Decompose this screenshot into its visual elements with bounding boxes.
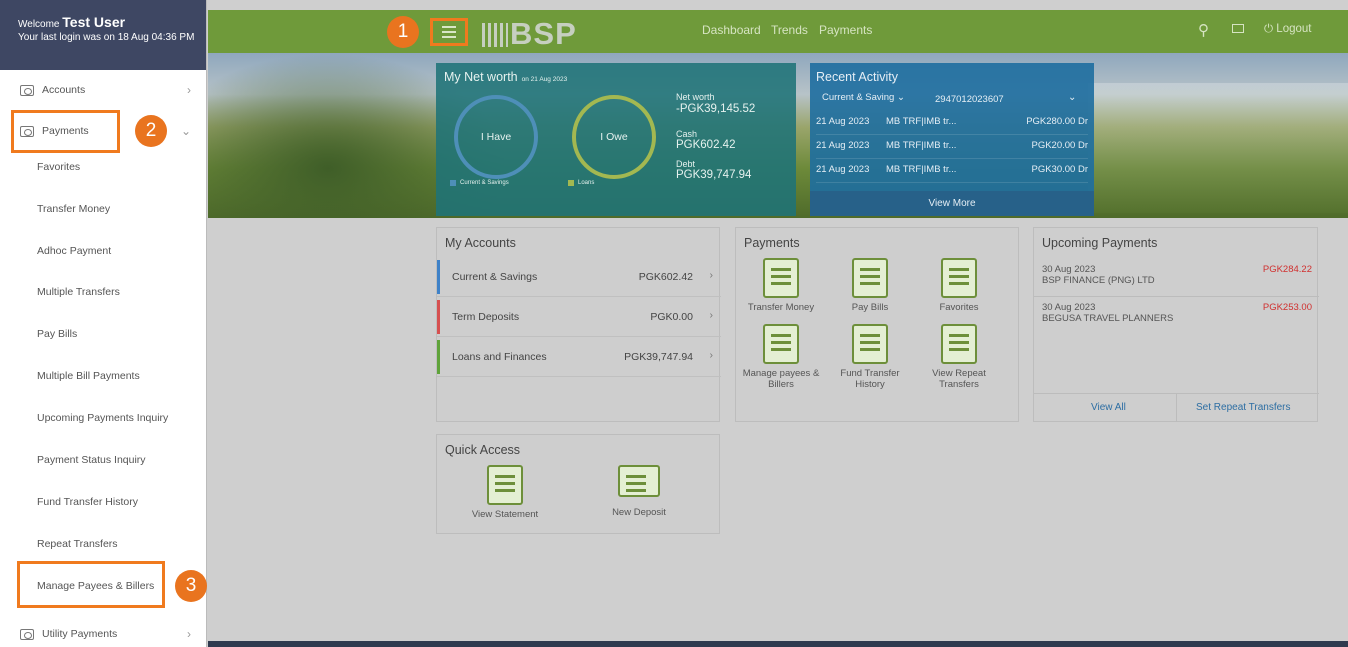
pay-bills-icon <box>852 258 888 298</box>
upcoming-title: Upcoming Payments <box>1042 236 1158 250</box>
legend-savings: Current & Savings <box>450 180 509 186</box>
repeat-transfers-icon <box>941 324 977 364</box>
upcoming-item[interactable]: 30 Aug 2023 BSP FINANCE (PNG) LTD PGK284… <box>1042 264 1312 286</box>
upcoming-payments-card: Upcoming Payments 30 Aug 2023 BSP FINANC… <box>1033 227 1319 422</box>
bsp-logo: BSP <box>482 16 577 52</box>
sidebar-sub-favorites[interactable]: Favorites <box>37 161 80 173</box>
sidebar-item-accounts[interactable]: Accounts › <box>0 70 207 110</box>
set-repeat-transfers-link[interactable]: Set Repeat Transfers <box>1196 402 1291 413</box>
nav-dashboard[interactable]: Dashboard <box>702 23 761 37</box>
chevron-right-icon: › <box>187 83 191 97</box>
sidebar-sub-repeat-transfers[interactable]: Repeat Transfers <box>37 538 118 550</box>
account-row-loans[interactable]: Loans and Finances PGK39,747.94 › <box>437 337 721 377</box>
net-worth-panel: My Net worth on 21 Aug 2023 I Have I Owe … <box>436 63 796 216</box>
sidebar: Welcome Test User Your last login was on… <box>0 0 207 647</box>
accounts-icon <box>20 84 34 96</box>
legend-loans: Loans <box>568 180 594 186</box>
tile-favorites[interactable]: Favorites <box>919 258 999 313</box>
utility-icon <box>20 628 34 640</box>
debt-value: PGK39,747.94 <box>676 169 752 181</box>
logout-button[interactable]: ⏻ Logout <box>1264 23 1311 36</box>
sidebar-sub-transfer-money[interactable]: Transfer Money <box>37 203 110 215</box>
account-type-dropdown[interactable]: Current & Saving ⌄ <box>822 92 905 103</box>
account-row-term-deposits[interactable]: Term Deposits PGK0.00 › <box>437 297 721 337</box>
recent-activity-panel: Recent Activity Current & Saving ⌄ 29470… <box>810 63 1094 216</box>
i-have-ring[interactable]: I Have <box>454 95 538 179</box>
sidebar-item-label: Utility Payments <box>42 628 118 640</box>
step-badge-3: 3 <box>175 570 207 602</box>
tile-manage-payees[interactable]: Manage payees & Billers <box>741 324 821 390</box>
activity-row[interactable]: 21 Aug 2023 MB TRF|IMB tr... PGK280.00 Dr <box>816 111 1088 135</box>
transfer-money-icon <box>763 258 799 298</box>
sidebar-sub-fund-transfer-history[interactable]: Fund Transfer History <box>37 496 138 508</box>
statement-icon <box>487 465 523 505</box>
deposit-icon <box>618 465 660 497</box>
hamburger-menu-icon[interactable] <box>430 18 468 46</box>
net-worth-label: Net worth <box>676 92 715 102</box>
footer-bar <box>208 641 1348 647</box>
chevron-right-icon: › <box>709 269 714 281</box>
view-all-link[interactable]: View All <box>1091 402 1126 413</box>
favorites-icon <box>941 258 977 298</box>
search-icon[interactable]: ⚲ <box>1198 21 1209 39</box>
net-worth-title: My Net worth on 21 Aug 2023 <box>444 70 568 84</box>
manage-payees-highlight <box>17 561 165 608</box>
account-number[interactable]: 2947012023607 <box>935 94 1004 105</box>
chevron-right-icon: › <box>187 627 191 641</box>
cash-label: Cash <box>676 129 698 139</box>
payments-highlight <box>11 110 120 153</box>
nav-trends[interactable]: Trends <box>771 23 808 37</box>
i-owe-ring[interactable]: I Owe <box>572 95 656 179</box>
chevron-right-icon: › <box>709 349 714 361</box>
history-icon <box>852 324 888 364</box>
chevron-right-icon: › <box>709 309 714 321</box>
last-login: Your last login was on 18 Aug 04:36 PM <box>18 32 195 43</box>
welcome-panel: Welcome Test User Your last login was on… <box>0 0 206 70</box>
tile-view-repeat-transfers[interactable]: View Repeat Transfers <box>919 324 999 390</box>
tile-fund-transfer-history[interactable]: Fund Transfer History <box>830 324 910 390</box>
step-badge-2: 2 <box>135 115 167 147</box>
sidebar-sub-pay-bills[interactable]: Pay Bills <box>37 328 77 340</box>
sidebar-item-label: Accounts <box>42 84 86 96</box>
activity-row[interactable]: 21 Aug 2023 MB TRF|IMB tr... PGK20.00 Dr <box>816 135 1088 159</box>
activity-row[interactable]: 21 Aug 2023 MB TRF|IMB tr... PGK30.00 Dr <box>816 159 1088 183</box>
sidebar-sub-upcoming-payments-inquiry[interactable]: Upcoming Payments Inquiry <box>37 412 168 424</box>
manage-payees-icon <box>763 324 799 364</box>
sidebar-sub-multiple-transfers[interactable]: Multiple Transfers <box>37 286 120 298</box>
tile-transfer-money[interactable]: Transfer Money <box>741 258 821 313</box>
recent-activity-title: Recent Activity <box>816 70 898 84</box>
sidebar-sub-payment-status-inquiry[interactable]: Payment Status Inquiry <box>37 454 146 466</box>
debt-label: Debt <box>676 159 696 169</box>
top-bar: BSP Dashboard Trends Payments ⚲ ⏻ Logout <box>208 10 1348 53</box>
sidebar-sub-multiple-bill-payments[interactable]: Multiple Bill Payments <box>37 370 140 382</box>
view-more-link[interactable]: View More <box>810 191 1094 216</box>
my-accounts-card: My Accounts Current & Savings PGK602.42 … <box>436 227 721 422</box>
user-name: Test User <box>62 14 126 30</box>
chevron-down-icon: ⌄ <box>180 124 191 138</box>
net-worth-value: -PGK39,145.52 <box>676 103 756 115</box>
cash-value: PGK602.42 <box>676 139 736 151</box>
welcome-prefix: Welcome <box>18 19 60 30</box>
tile-new-deposit[interactable]: New Deposit <box>599 465 679 518</box>
quick-access-card: Quick Access View Statement New Deposit <box>436 434 720 534</box>
step-badge-1: 1 <box>387 16 419 48</box>
quick-access-title: Quick Access <box>445 443 521 457</box>
payments-title: Payments <box>744 236 800 250</box>
tile-view-statement[interactable]: View Statement <box>465 465 545 520</box>
upcoming-item[interactable]: 30 Aug 2023 BEGUSA TRAVEL PLANNERS PGK25… <box>1042 302 1312 324</box>
payments-card: Payments Transfer Money Pay Bills Favori… <box>735 227 1019 422</box>
nav-payments[interactable]: Payments <box>819 23 872 37</box>
sidebar-item-utility-payments[interactable]: Utility Payments › <box>0 614 207 647</box>
account-row-current-savings[interactable]: Current & Savings PGK602.42 › <box>437 257 721 297</box>
my-accounts-title: My Accounts <box>445 236 516 250</box>
sidebar-sub-adhoc-payment[interactable]: Adhoc Payment <box>37 245 111 257</box>
chevron-down-icon[interactable]: ⌄ <box>1068 92 1076 103</box>
tile-pay-bills[interactable]: Pay Bills <box>830 258 910 313</box>
mail-icon[interactable] <box>1232 24 1244 33</box>
